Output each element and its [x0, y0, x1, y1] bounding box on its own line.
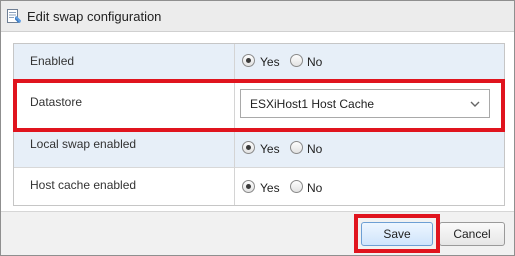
- host-cache-yes-label[interactable]: Yes: [260, 181, 280, 195]
- dialog-title: Edit swap configuration: [27, 9, 162, 24]
- host-cache-label: Host cache enabled: [30, 178, 137, 192]
- host-cache-no-label[interactable]: No: [307, 181, 322, 195]
- enabled-yes-radio[interactable]: [242, 54, 255, 67]
- enabled-no-label[interactable]: No: [307, 55, 322, 69]
- row-enabled: Enabled Yes No: [14, 44, 504, 82]
- edit-swap-dialog: Edit swap configuration Enabled Yes No D…: [0, 0, 515, 256]
- datastore-highlight-box: [13, 79, 505, 132]
- dialog-titlebar: Edit swap configuration: [1, 1, 514, 32]
- local-swap-yes-radio[interactable]: [242, 141, 255, 154]
- row-host-cache: Host cache enabled Yes No: [14, 168, 504, 205]
- row-local-swap: Local swap enabled Yes No: [14, 129, 504, 167]
- enabled-no-radio[interactable]: [290, 54, 303, 67]
- enabled-yes-label[interactable]: Yes: [260, 55, 280, 69]
- local-swap-no-radio[interactable]: [290, 141, 303, 154]
- local-swap-no-label[interactable]: No: [307, 142, 322, 156]
- swap-config-icon: [6, 8, 22, 24]
- host-cache-yes-radio[interactable]: [242, 180, 255, 193]
- local-swap-yes-label[interactable]: Yes: [260, 142, 280, 156]
- save-highlight-box: [354, 214, 440, 253]
- enabled-label: Enabled: [30, 54, 75, 68]
- cancel-button[interactable]: Cancel: [439, 222, 505, 246]
- local-swap-label: Local swap enabled: [30, 137, 137, 151]
- host-cache-no-radio[interactable]: [290, 180, 303, 193]
